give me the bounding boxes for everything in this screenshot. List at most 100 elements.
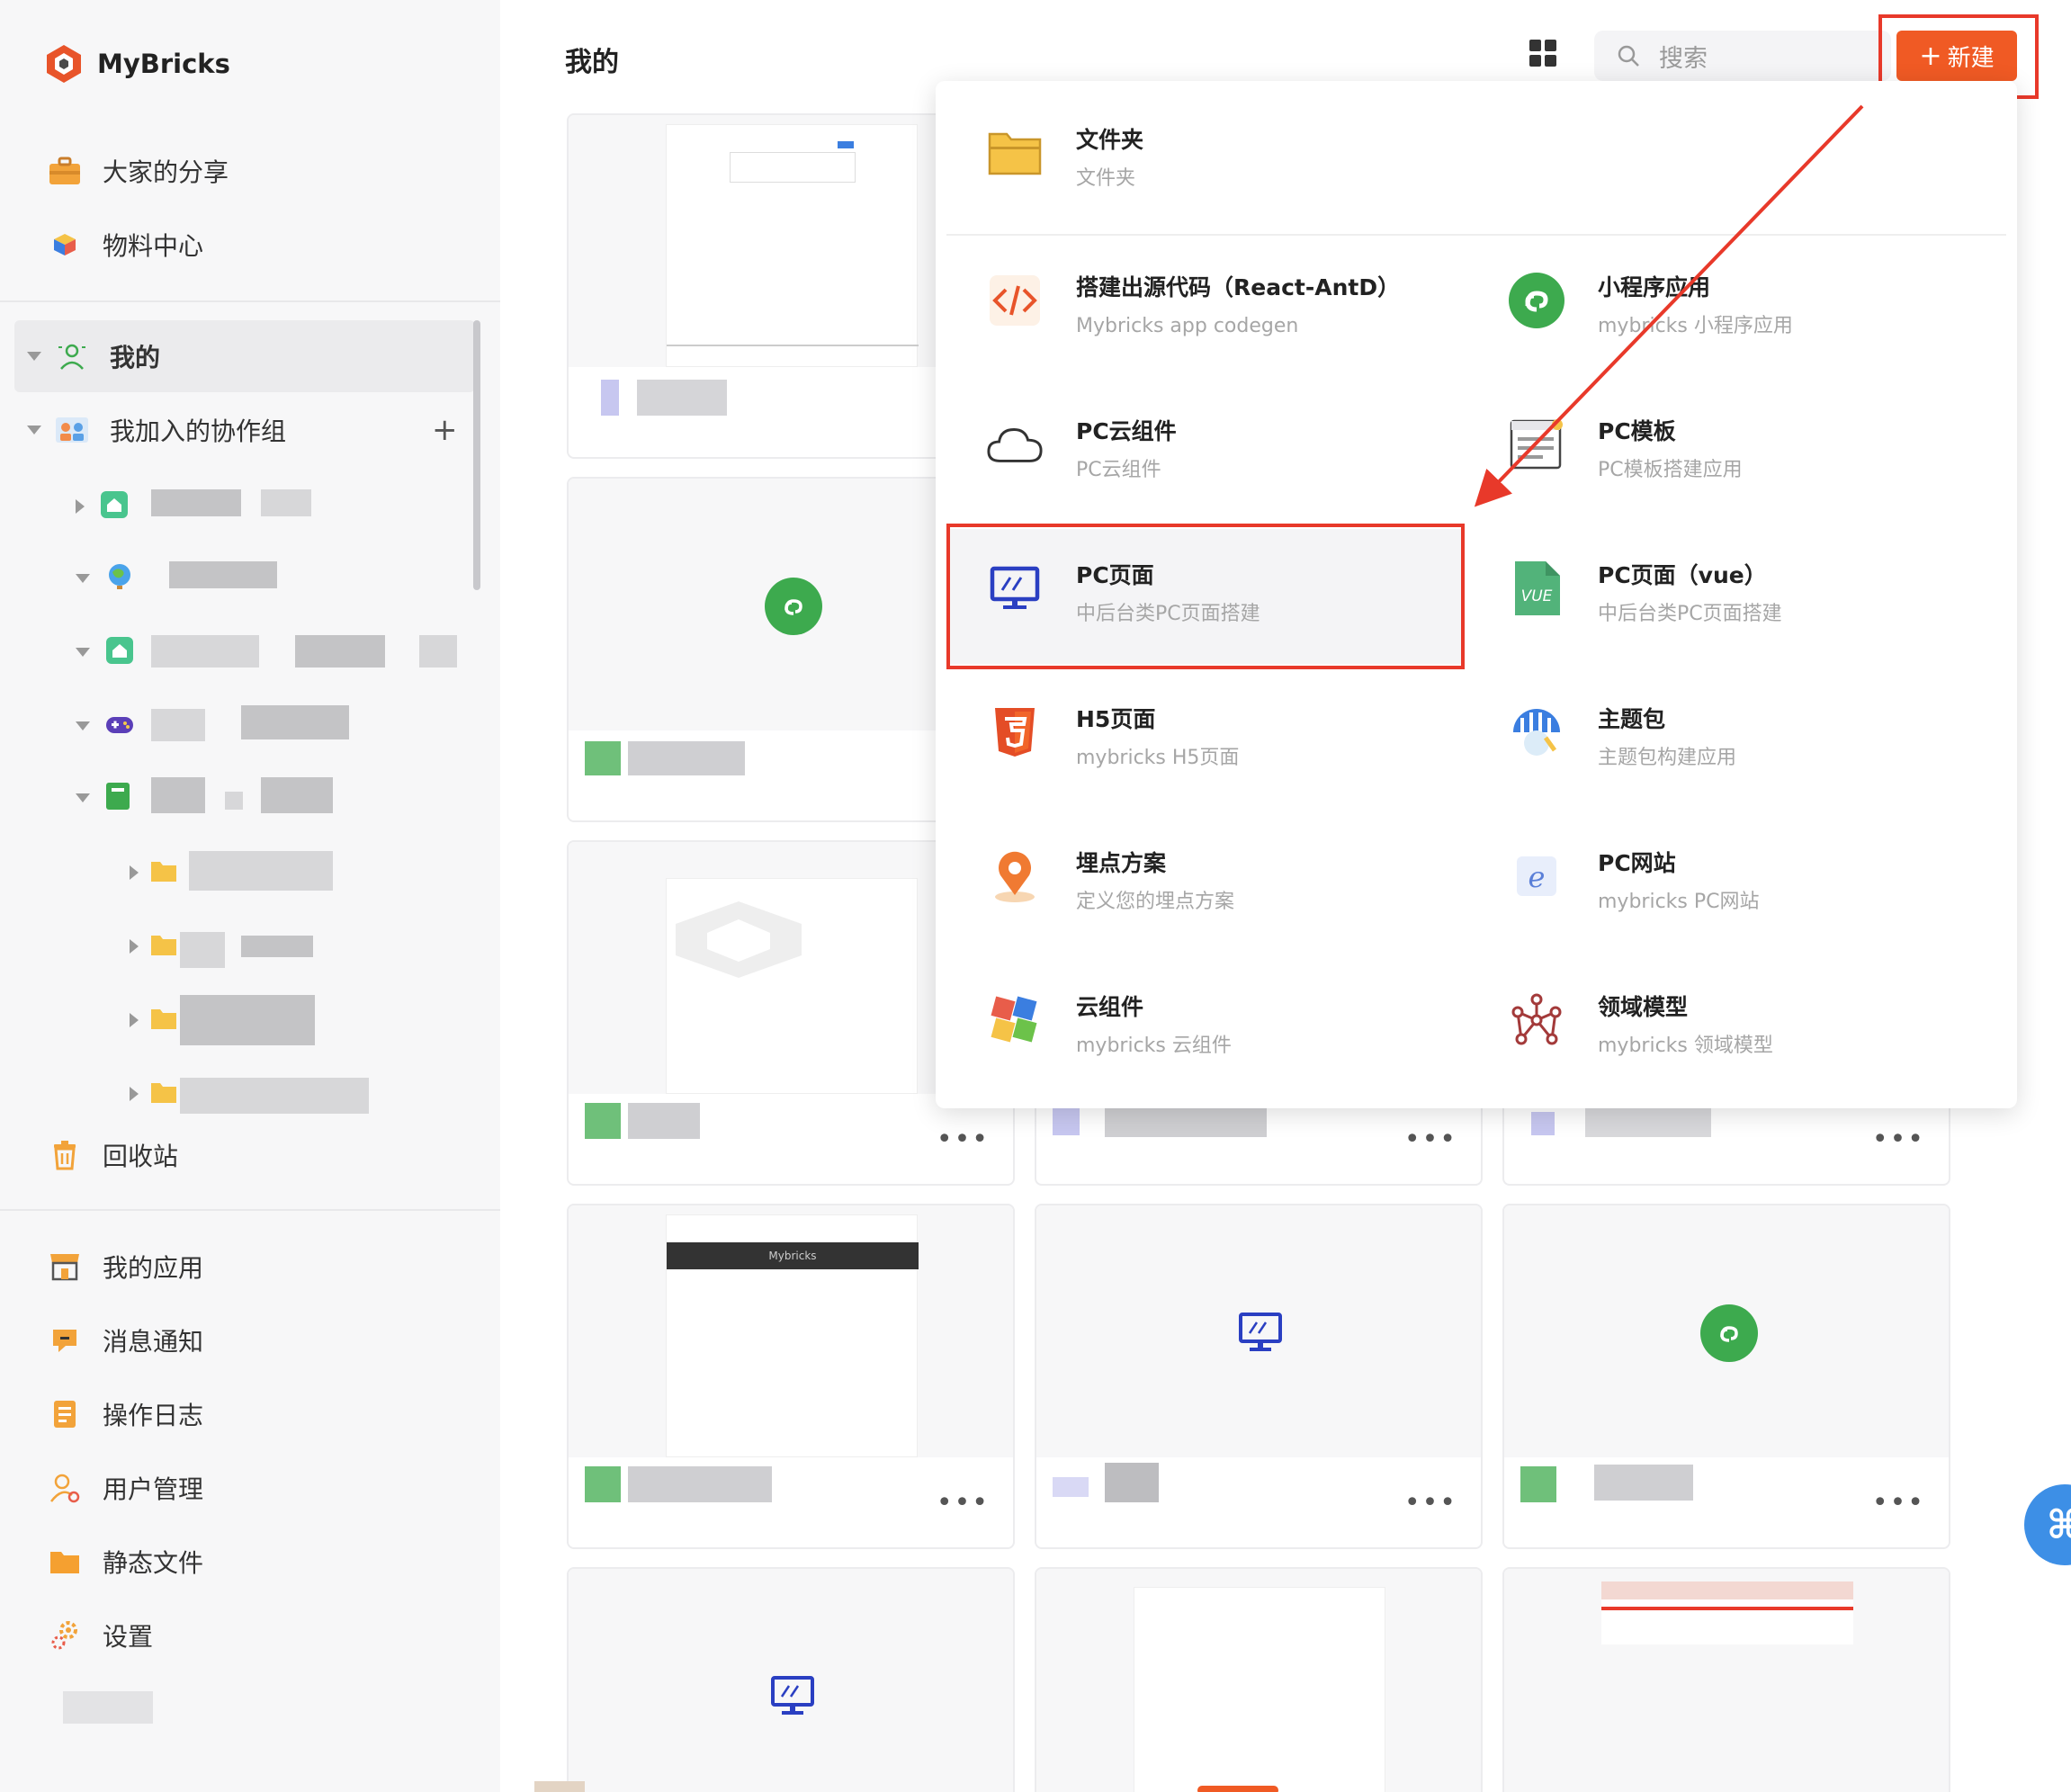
mybricks-logo-icon bbox=[47, 45, 81, 83]
sidebar-item-label: 我的应用 bbox=[103, 1253, 204, 1283]
sidebar-item-label: 消息通知 bbox=[103, 1327, 204, 1357]
chevron-right-icon[interactable] bbox=[130, 939, 139, 954]
chevron-right-icon[interactable] bbox=[130, 1013, 139, 1027]
file-card[interactable]: ••• bbox=[1502, 1204, 1950, 1549]
preview-button bbox=[1197, 1786, 1278, 1792]
blurred-text bbox=[180, 1078, 369, 1114]
menu-item-pc-page-vue[interactable]: VUE PC页面（vue） 中后台类PC页面搭建 bbox=[1508, 560, 1782, 628]
blurred-text bbox=[637, 380, 727, 416]
grid-view-button[interactable] bbox=[1529, 40, 1556, 67]
group-row[interactable] bbox=[76, 635, 135, 669]
sidebar-item-messages[interactable]: 消息通知 bbox=[47, 1315, 203, 1366]
miniprogram-icon bbox=[1508, 272, 1565, 329]
sidebar-item-label: 设置 bbox=[103, 1622, 154, 1652]
page-preview bbox=[1601, 1581, 1853, 1599]
blurred-icon bbox=[585, 1466, 621, 1502]
chevron-down-icon[interactable] bbox=[76, 574, 90, 583]
grid-icon-cell bbox=[1529, 55, 1541, 67]
sidebar-item-materials[interactable]: 物料中心 bbox=[47, 220, 203, 270]
blurred-text bbox=[295, 635, 385, 668]
chevron-down-icon[interactable] bbox=[76, 648, 90, 657]
menu-item-pc-template[interactable]: PC模板 PC模板搭建应用 bbox=[1508, 416, 1743, 484]
menu-item-react-codegen[interactable]: 搭建出源代码（React-AntD） Mybricks app codegen bbox=[986, 272, 1400, 340]
sidebar-item-my-apps[interactable]: 我的应用 bbox=[47, 1241, 203, 1292]
folder-row[interactable] bbox=[130, 932, 178, 961]
sidebar-item-settings[interactable]: 设置 bbox=[47, 1610, 153, 1661]
card-thumbnail bbox=[1036, 1205, 1481, 1457]
blurred-text bbox=[1585, 1107, 1711, 1137]
sidebar-item-static-files[interactable]: 静态文件 bbox=[47, 1537, 203, 1587]
menu-item-cloud-component[interactable]: 云组件 mybricks 云组件 bbox=[986, 991, 1232, 1060]
log-icon bbox=[47, 1396, 83, 1432]
file-card[interactable] bbox=[1502, 1567, 1950, 1792]
group-row[interactable] bbox=[76, 489, 130, 524]
menu-item-h5-page[interactable]: H5页面 mybricks H5页面 bbox=[986, 703, 1239, 772]
menu-item-tracking-plan[interactable]: 埋点方案 定义您的埋点方案 bbox=[986, 847, 1234, 916]
grid-icon-cell bbox=[1545, 40, 1556, 51]
blurred-icon bbox=[1520, 1466, 1556, 1502]
file-card[interactable] bbox=[1035, 1567, 1483, 1792]
folder-icon bbox=[149, 1080, 178, 1108]
more-options-button[interactable]: ••• bbox=[937, 1487, 990, 1519]
grid-icon bbox=[1529, 40, 1541, 51]
folder-row[interactable] bbox=[130, 858, 178, 887]
card-thumbnail: Mybricks bbox=[569, 1205, 1013, 1457]
menu-item-desc: mybricks 云组件 bbox=[1076, 1035, 1232, 1057]
group-row[interactable] bbox=[76, 561, 135, 596]
page-preview bbox=[666, 124, 919, 367]
blurred-user bbox=[63, 1691, 153, 1724]
more-options-button[interactable]: ••• bbox=[1872, 1124, 1925, 1155]
blurred-text bbox=[180, 932, 225, 968]
chevron-down-icon[interactable] bbox=[76, 721, 90, 730]
folder-row[interactable] bbox=[130, 1080, 178, 1108]
blurred-text bbox=[241, 705, 349, 739]
sidebar-scrollbar[interactable] bbox=[473, 320, 480, 590]
more-options-button[interactable]: ••• bbox=[1404, 1487, 1457, 1519]
globe-icon bbox=[104, 561, 135, 596]
group-row[interactable] bbox=[76, 709, 135, 743]
chevron-down-icon[interactable] bbox=[27, 352, 41, 361]
more-options-button[interactable]: ••• bbox=[937, 1124, 990, 1155]
menu-item-title: H5页面 bbox=[1076, 706, 1156, 732]
menu-item-title: 云组件 bbox=[1076, 994, 1144, 1020]
home-icon bbox=[99, 489, 130, 524]
menu-item-pc-website[interactable]: e PC网站 mybricks PC网站 bbox=[1508, 847, 1760, 916]
group-row[interactable] bbox=[76, 781, 131, 815]
menu-item-theme-pack[interactable]: 主题包 主题包构建应用 bbox=[1508, 703, 1736, 772]
logo[interactable]: MyBricks bbox=[43, 43, 230, 85]
highlight-box-pc-page bbox=[946, 524, 1465, 669]
chevron-right-icon[interactable] bbox=[76, 499, 85, 514]
card-thumbnail bbox=[1036, 1569, 1481, 1792]
sidebar-item-my[interactable]: 我的 bbox=[27, 331, 160, 381]
sidebar-item-groups[interactable]: 我加入的协作组 + bbox=[27, 405, 459, 455]
sidebar-item-recycle[interactable]: 回收站 bbox=[47, 1130, 178, 1180]
chevron-down-icon[interactable] bbox=[76, 793, 90, 802]
sidebar-item-users[interactable]: 用户管理 bbox=[47, 1463, 203, 1513]
menu-item-domain-model[interactable]: 领域模型 mybricks 领域模型 bbox=[1508, 991, 1773, 1060]
command-icon[interactable]: ⌘ bbox=[2024, 1484, 2071, 1565]
search-input[interactable]: 搜索 bbox=[1594, 31, 1891, 81]
store-icon bbox=[47, 1249, 83, 1285]
folder-icon bbox=[149, 932, 178, 961]
sidebar-item-logs[interactable]: 操作日志 bbox=[47, 1389, 203, 1439]
folder-row[interactable] bbox=[130, 1006, 178, 1035]
chevron-right-icon[interactable] bbox=[130, 1087, 139, 1101]
blurred-text bbox=[151, 777, 205, 813]
file-card[interactable]: Mybricks ••• bbox=[567, 1204, 1015, 1549]
file-card[interactable]: ••• bbox=[1035, 1204, 1483, 1549]
add-group-button[interactable]: + bbox=[432, 412, 458, 448]
chevron-down-icon[interactable] bbox=[27, 426, 41, 435]
menu-item-pc-cloud-component[interactable]: PC云组件 PC云组件 bbox=[986, 416, 1177, 484]
file-card[interactable] bbox=[567, 1567, 1015, 1792]
template-icon bbox=[1508, 416, 1565, 473]
mybricks-logo-icon bbox=[676, 901, 802, 978]
miniprogram-icon bbox=[1700, 1304, 1758, 1362]
chevron-right-icon[interactable] bbox=[130, 865, 139, 880]
menu-item-folder[interactable]: 文件夹 文件夹 bbox=[986, 124, 1143, 193]
menu-item-miniprogram[interactable]: 小程序应用 mybricks 小程序应用 bbox=[1508, 272, 1793, 340]
blurred-text bbox=[628, 1466, 772, 1502]
code-icon bbox=[986, 272, 1044, 329]
more-options-button[interactable]: ••• bbox=[1872, 1487, 1925, 1519]
more-options-button[interactable]: ••• bbox=[1404, 1124, 1457, 1155]
sidebar-item-shared[interactable]: 大家的分享 bbox=[47, 146, 229, 196]
